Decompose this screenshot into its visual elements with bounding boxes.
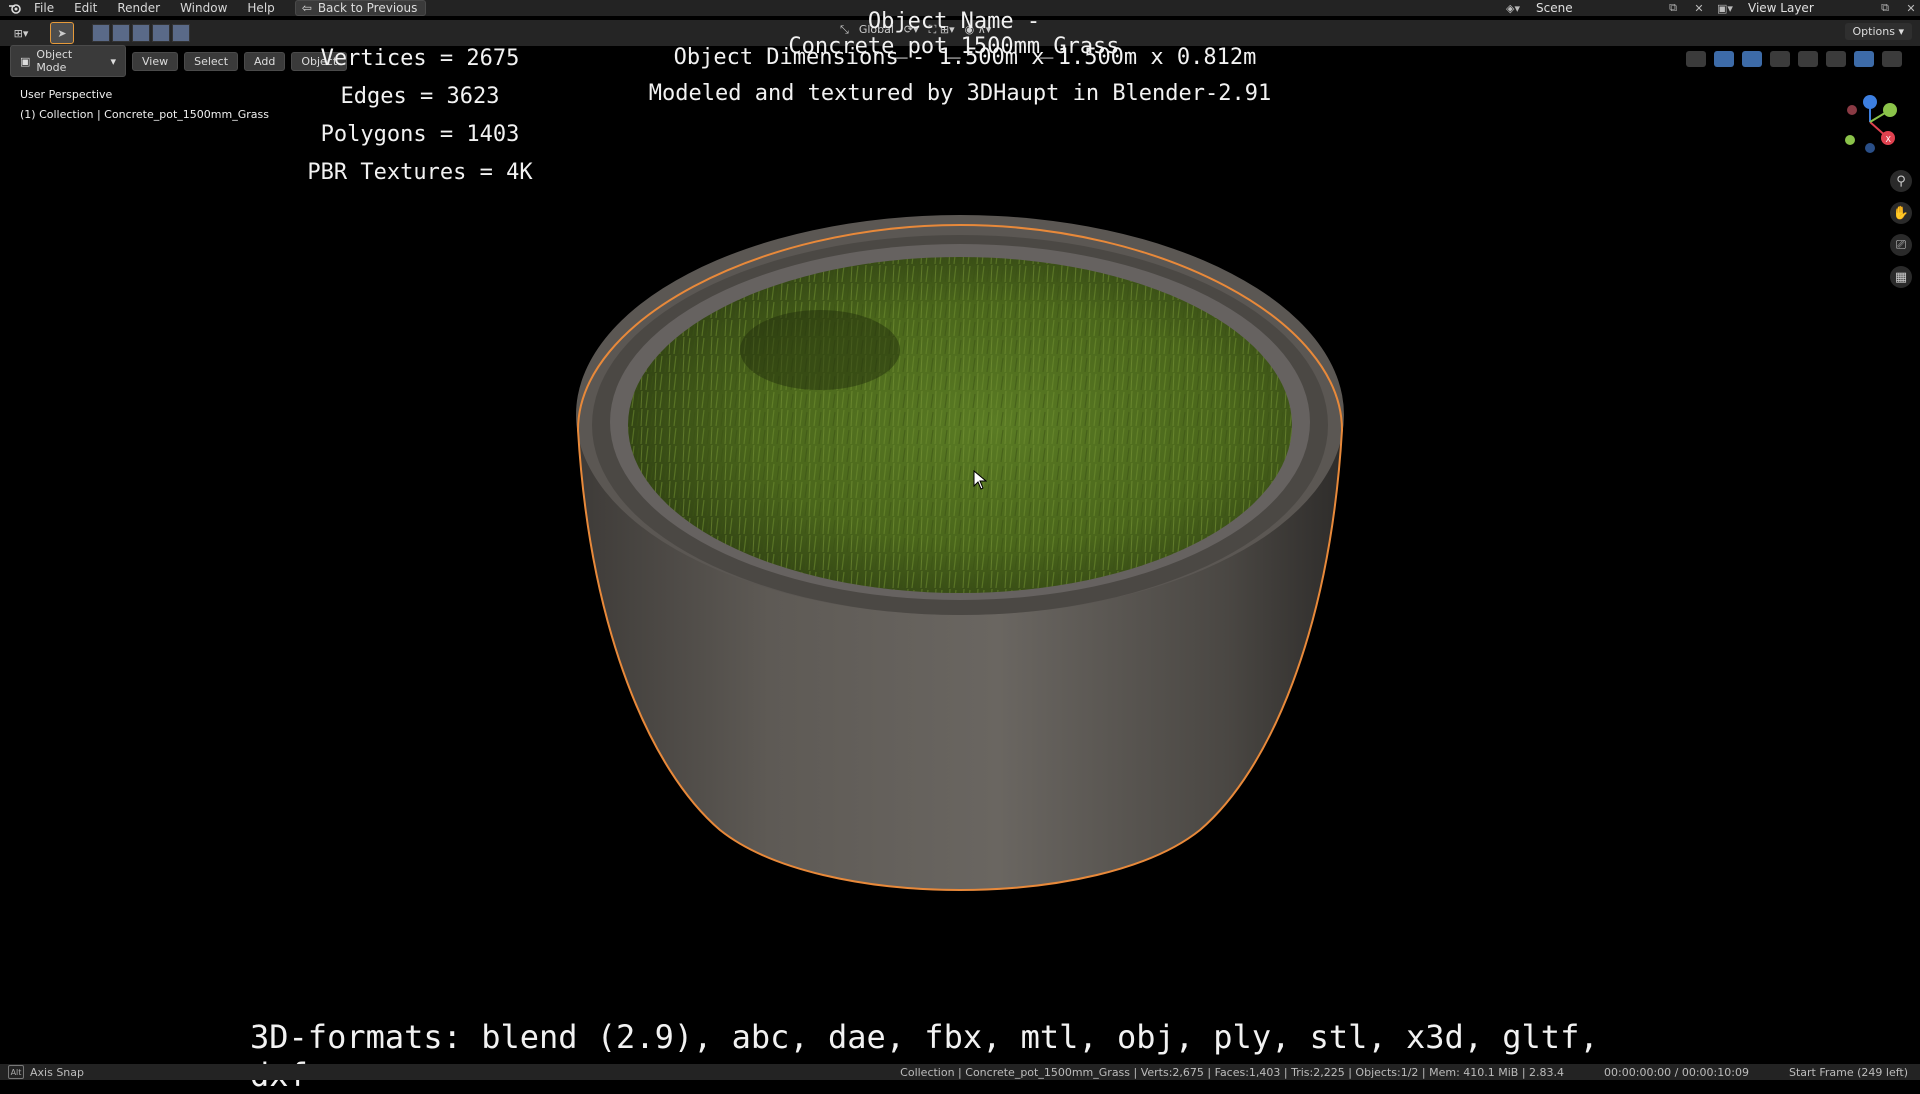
object-dimensions-text: Object Dimensions - 1.500m x 1.500m x 0.…: [673, 45, 1257, 70]
ortho-grid-icon[interactable]: ▦: [1890, 266, 1912, 288]
menu-edit[interactable]: Edit: [64, 0, 107, 16]
blender-logo-icon[interactable]: [6, 1, 24, 15]
select-extend-icon[interactable]: [112, 24, 130, 42]
camera-view-icon[interactable]: ⎚: [1890, 234, 1912, 256]
scene-statistics: Collection | Concrete_pot_1500mm_Grass |…: [900, 1065, 1565, 1079]
menu-window[interactable]: Window: [170, 0, 237, 16]
new-view-layer-icon[interactable]: ⧉: [1876, 1, 1894, 15]
collection-label: (1) Collection | Concrete_pot_1500mm_Gra…: [20, 108, 269, 121]
object-mode-icon: ▣: [20, 54, 31, 68]
alt-key-icon: Alt: [8, 1065, 24, 1079]
select-menu[interactable]: Select: [184, 51, 239, 71]
svg-text:X: X: [1886, 135, 1892, 144]
vertices-count: Vertices = 2675: [320, 46, 520, 71]
workspace-selectors: ◈▾ Scene ⧉ ✕ ▣▾ View Layer ⧉ ✕: [1504, 0, 1920, 16]
overlay-toggle-icon[interactable]: [1742, 51, 1762, 67]
status-bar: Alt Axis Snap Collection | Concrete_pot_…: [0, 1064, 1920, 1080]
select-invert-icon[interactable]: [152, 24, 170, 42]
view-layer-browse-icon[interactable]: ▣▾: [1716, 1, 1734, 15]
scene-name-field[interactable]: Scene: [1530, 1, 1656, 15]
modeled-by-text: Modeled and textured by 3DHaupt in Blend…: [648, 81, 1272, 106]
mesh-stats: Vertices = 2675 Edges = 3623 Polygons = …: [300, 40, 540, 192]
selection-mode-icons: [92, 24, 190, 42]
zoom-icon[interactable]: ⚲: [1890, 170, 1912, 192]
editor-type-icon[interactable]: ⊞▾: [10, 23, 32, 43]
delete-scene-icon[interactable]: ✕: [1690, 1, 1708, 15]
pan-hand-icon[interactable]: ✋: [1890, 202, 1912, 224]
mouse-cursor-icon: [973, 470, 987, 490]
menu-render[interactable]: Render: [107, 0, 170, 16]
select-tool-icon[interactable]: ➤: [50, 22, 74, 44]
options-dropdown[interactable]: Options ▾: [1844, 23, 1912, 40]
menu-help[interactable]: Help: [237, 0, 284, 16]
timecode: 00:00:00:00 / 00:00:10:09: [1604, 1065, 1749, 1079]
status-hint: Alt Axis Snap: [8, 1065, 84, 1079]
viewport-info: User Perspective (1) Collection | Concre…: [20, 85, 269, 125]
object-mode-dropdown[interactable]: ▣ Object Mode ▾: [10, 45, 126, 77]
viewport-shading-controls: [1686, 51, 1902, 67]
rendered-shading-icon[interactable]: [1882, 51, 1902, 67]
view-menu[interactable]: View: [132, 51, 179, 71]
back-icon: ⇦: [301, 1, 312, 15]
menu-file[interactable]: File: [24, 0, 64, 16]
visibility-icon[interactable]: [1686, 51, 1706, 67]
viewport-navigation-tools: ⚲ ✋ ⎚ ▦: [1890, 170, 1912, 288]
view-layer-name-field[interactable]: View Layer: [1742, 1, 1868, 15]
material-preview-shading-icon[interactable]: [1854, 51, 1874, 67]
start-frame-info: Start Frame (249 left): [1788, 1065, 1908, 1079]
navigation-gizmo[interactable]: X: [1840, 92, 1900, 160]
new-scene-icon[interactable]: ⧉: [1664, 1, 1682, 15]
back-to-previous-label: Back to Previous: [317, 1, 418, 15]
object-mode-label: Object Mode: [36, 48, 73, 74]
xray-toggle-icon[interactable]: [1770, 51, 1790, 67]
back-to-previous-button[interactable]: ⇦ Back to Previous: [294, 0, 427, 16]
solid-shading-icon[interactable]: [1826, 51, 1846, 67]
gizmo-toggle-icon[interactable]: [1714, 51, 1734, 67]
edges-count: Edges = 3623: [340, 84, 500, 109]
scene-browse-icon[interactable]: ◈▾: [1504, 1, 1522, 15]
chevron-down-icon: ▾: [110, 54, 116, 68]
concrete-pot-model[interactable]: [560, 210, 1360, 990]
textures-info: PBR Textures = 4K: [307, 160, 533, 185]
status-info: Collection | Concrete_pot_1500mm_Grass |…: [900, 1064, 1908, 1080]
select-set-icon[interactable]: [92, 24, 110, 42]
polygons-count: Polygons = 1403: [320, 122, 520, 147]
select-intersect-icon[interactable]: [172, 24, 190, 42]
wireframe-shading-icon[interactable]: [1798, 51, 1818, 67]
delete-view-layer-icon[interactable]: ✕: [1902, 1, 1920, 15]
file-formats-text: 3D-formats: blend (2.9), abc, dae, fbx, …: [250, 1018, 1599, 1094]
options-label: Options: [1852, 25, 1895, 38]
select-subtract-icon[interactable]: [132, 24, 150, 42]
add-menu[interactable]: Add: [244, 51, 286, 71]
axis-snap-label: Axis Snap: [30, 1065, 84, 1079]
perspective-label: User Perspective: [20, 88, 113, 101]
